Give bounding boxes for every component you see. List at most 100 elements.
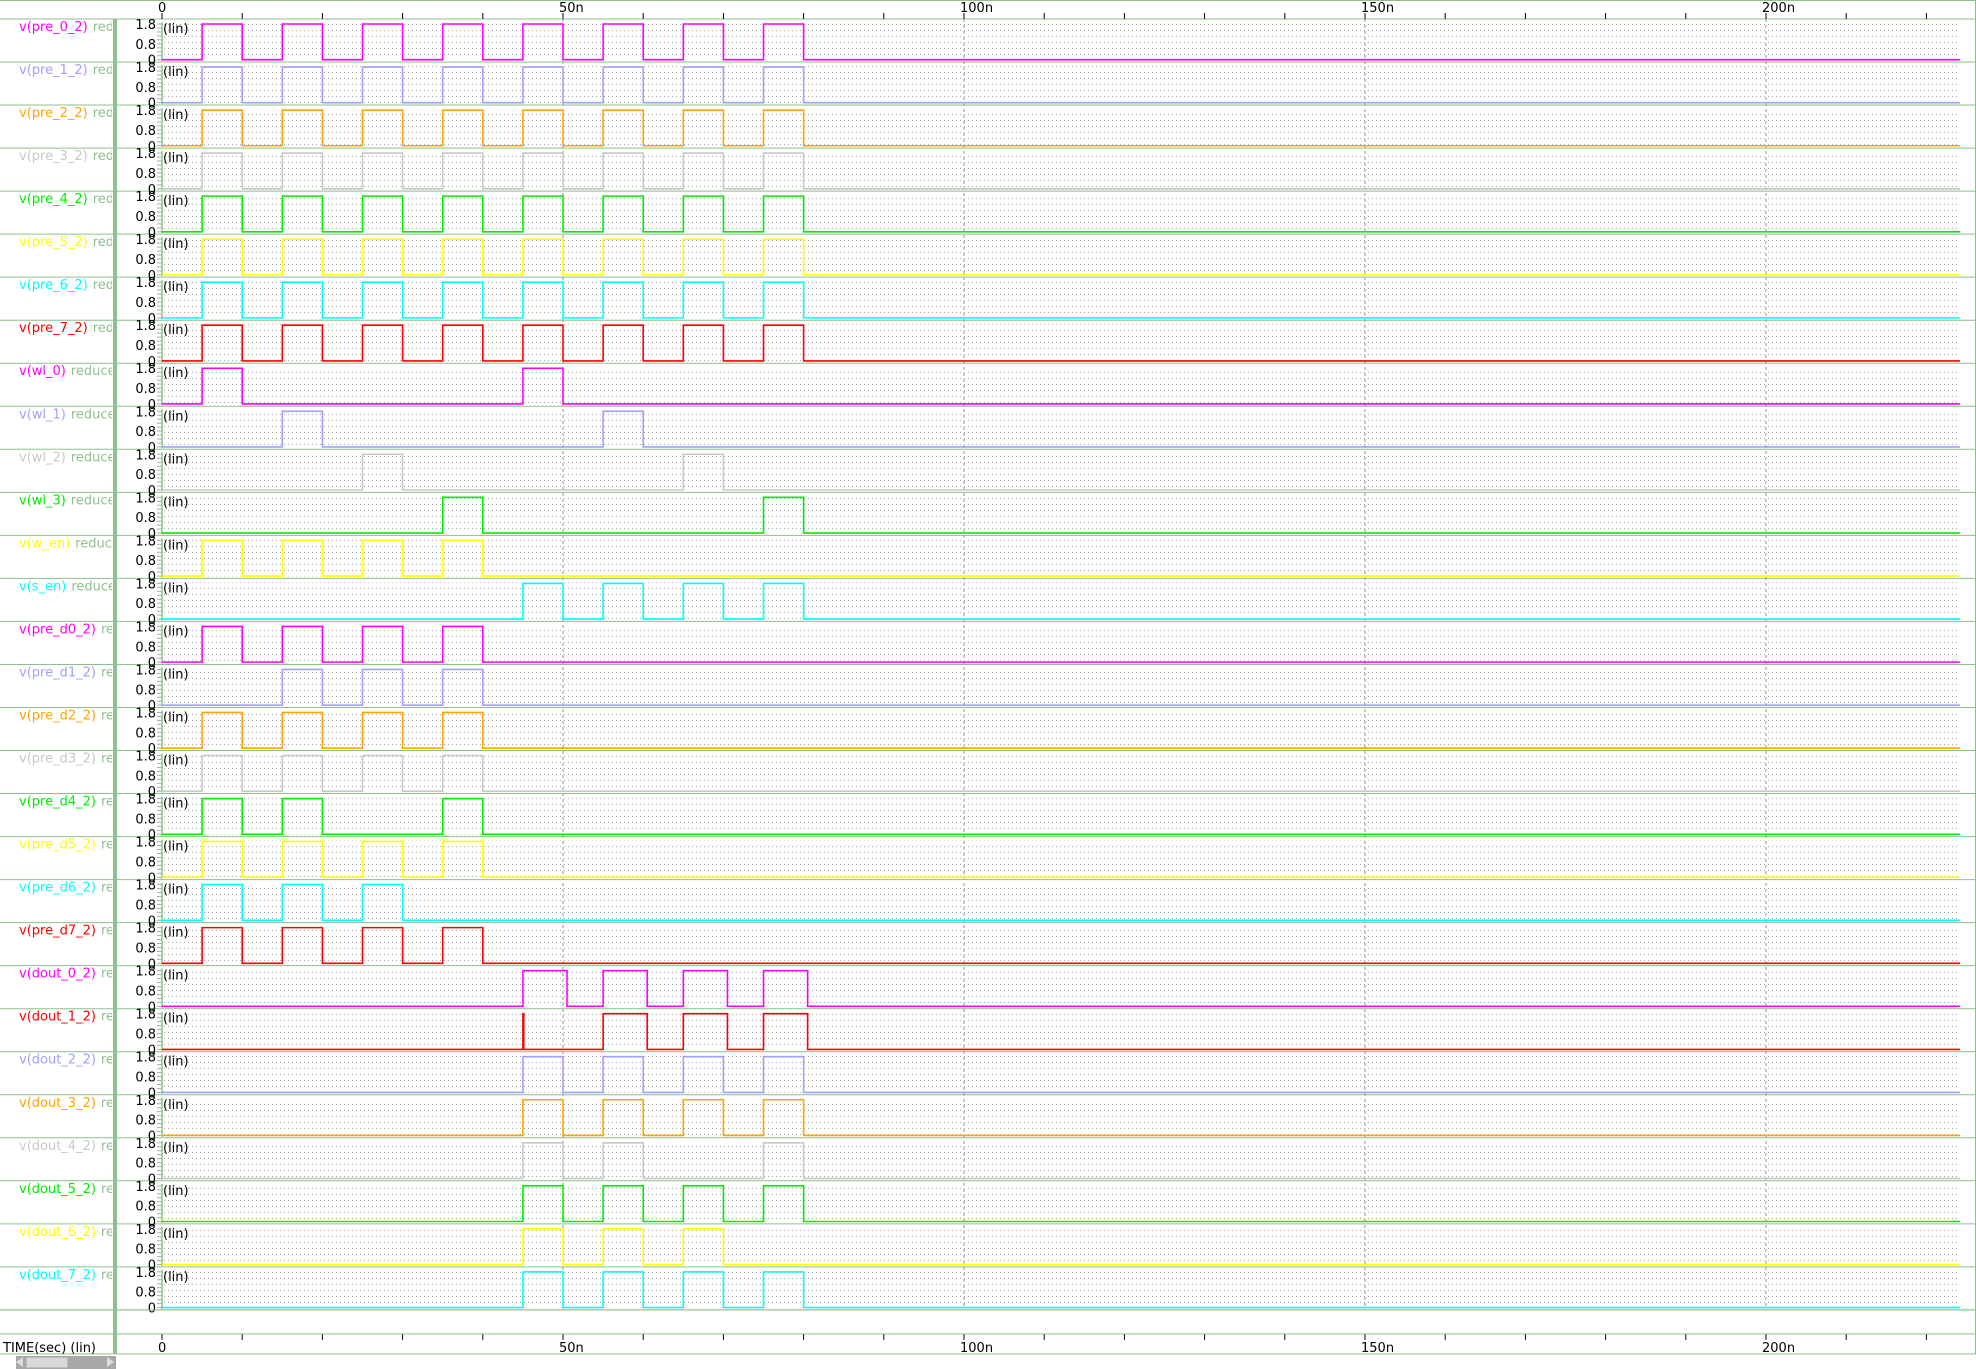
plot-grid xyxy=(162,539,1960,577)
signal-label[interactable]: v(pre_3_2) reduced xyxy=(19,149,146,164)
signal-row[interactable]: v(dout_7_2) reduced1.8 0.80 (lin) xyxy=(0,1266,1976,1317)
signal-row[interactable]: v(pre_d0_2) reduced1.80.80(lin) xyxy=(0,620,1976,671)
signal-label[interactable]: v(wl_3) reduced xyxy=(19,493,124,508)
signal-row[interactable]: v(pre_d7_2) reduced1.80.80(lin) xyxy=(0,922,1976,973)
label-splitter[interactable] xyxy=(113,19,117,1354)
signal-row[interactable]: v(wl_2) reduced 1.80.80(lin) xyxy=(0,448,1976,499)
signal-row[interactable]: v(w_en) reduced 1.80.80(lin) xyxy=(0,534,1976,585)
signal-row[interactable]: v(pre_d5_2) reduced1.80.80(lin) xyxy=(0,836,1976,887)
signal-label[interactable]: v(pre_d1_2) reduced xyxy=(19,665,154,680)
signal-label[interactable]: v(pre_7_2) reduced xyxy=(19,321,146,336)
plot-grid xyxy=(162,453,1960,491)
signal-label[interactable]: v(pre_4_2) reduced xyxy=(19,192,146,207)
signal-label[interactable]: v(wl_0) reduced xyxy=(19,364,124,379)
signal-label[interactable]: v(dout_3_2) reduced xyxy=(19,1096,154,1111)
signal-label[interactable]: v(pre_d3_2) reduced xyxy=(19,752,154,767)
plot-grid xyxy=(162,410,1960,448)
time-axis-label: TIME(sec) (lin) xyxy=(2,1341,96,1356)
scale-label: (lin) xyxy=(163,797,189,812)
signal-label[interactable]: v(s_en) reduced xyxy=(19,579,124,594)
signal-row[interactable]: v(pre_3_2) reduced1.80.80(lin) xyxy=(0,147,1976,198)
y-tick-label: 0 xyxy=(148,1302,156,1317)
signal-label[interactable]: v(pre_6_2) reduced xyxy=(19,278,146,293)
signal-row[interactable]: v(pre_1_2) reduced1.80.80(lin) xyxy=(0,61,1976,112)
signal-label[interactable]: v(pre_2_2) reduced xyxy=(19,106,146,121)
horizontal-scrollbar[interactable] xyxy=(16,1356,116,1369)
scale-label: (lin) xyxy=(163,452,189,467)
scale-label: (lin) xyxy=(163,366,189,381)
y-tick-label: 1.8 xyxy=(135,793,156,808)
scale-label: (lin) xyxy=(163,1098,189,1113)
y-tick-label: 0.8 xyxy=(135,253,156,268)
scroll-right-arrow-icon[interactable] xyxy=(107,1357,114,1367)
signal-label[interactable]: v(pre_d4_2) reduced xyxy=(19,795,154,810)
signal-row[interactable]: v(pre_d1_2) reduced1.80.80(lin) xyxy=(0,663,1976,714)
signal-row[interactable]: v(pre_d2_2) reduced1.80.80(lin) xyxy=(0,706,1976,757)
plot-grid xyxy=(162,324,1960,362)
signal-row[interactable]: v(pre_6_2) reduced1.80.80(lin) xyxy=(0,276,1976,327)
plot-grid xyxy=(162,797,1960,835)
signal-row[interactable]: v(wl_3) reduced 1.80.80(lin) xyxy=(0,491,1976,542)
signal-label[interactable]: v(pre_d7_2) reduced xyxy=(19,924,154,939)
y-tick-label: 1.8 xyxy=(135,706,156,721)
scale-label: (lin) xyxy=(163,883,189,898)
signal-label[interactable]: v(wl_2) reduced xyxy=(19,450,124,465)
y-tick-label: 0.8 xyxy=(135,1028,156,1043)
signal-row[interactable]: v(pre_7_2) reduced1.80.80(lin) xyxy=(0,319,1976,370)
y-tick-label: 0.8 xyxy=(135,554,156,569)
signal-label[interactable]: v(pre_d5_2) reduced xyxy=(19,838,154,853)
scroll-left-arrow-icon[interactable] xyxy=(16,1357,23,1367)
signal-label[interactable]: v(pre_1_2) reduced xyxy=(19,63,146,78)
scale-label: (lin) xyxy=(163,969,189,984)
signal-row[interactable]: v(pre_5_2) reduced1.80.80(lin) xyxy=(0,233,1976,284)
signal-label[interactable]: v(dout_0_2) reduced xyxy=(19,967,154,982)
signal-name: v(pre_d4_2) xyxy=(19,795,96,810)
signal-label[interactable]: v(dout_1_2) reduced xyxy=(19,1010,154,1025)
signal-label[interactable]: v(dout_2_2) reduced xyxy=(19,1053,154,1068)
top-tick-label: 50n xyxy=(559,1,584,16)
signal-row[interactable]: v(dout_2_2) reduced1.80.80(lin) xyxy=(0,1051,1976,1102)
y-tick-label: 1.8 xyxy=(135,104,156,119)
scale-label: (lin) xyxy=(163,495,189,510)
y-tick-label: 1.8 xyxy=(135,276,156,291)
signal-label[interactable]: v(pre_d6_2) reduced xyxy=(19,881,154,896)
signal-label[interactable]: v(wl_1) reduced xyxy=(19,407,124,422)
signal-label[interactable]: v(dout_5_2) reduced xyxy=(19,1182,154,1197)
y-tick-label: 0.8 xyxy=(135,1157,156,1172)
signal-row[interactable]: v(dout_5_2) reduced1.80.80(lin) xyxy=(0,1180,1976,1231)
signal-label[interactable]: v(pre_5_2) reduced xyxy=(19,235,146,250)
signal-row[interactable]: v(pre_2_2) reduced1.80.80(lin) xyxy=(0,104,1976,155)
y-tick-label: 1.8 xyxy=(135,18,156,33)
signal-label[interactable]: v(pre_d0_2) reduced xyxy=(19,622,154,637)
signal-label[interactable]: v(dout_6_2) reduced xyxy=(19,1225,154,1240)
y-tick-label: 1.8 xyxy=(135,1266,156,1281)
signal-label[interactable]: v(dout_4_2) reduced xyxy=(19,1139,154,1154)
signal-row[interactable]: v(pre_0_2) reduced1.80.80(lin) xyxy=(0,18,1976,69)
signal-row[interactable]: v(s_en) reduced 1.80.80(lin) xyxy=(0,577,1976,628)
signal-row[interactable]: v(dout_3_2) reduced1.80.80(lin) xyxy=(0,1094,1976,1145)
signal-row[interactable]: v(wl_0) reduced 1.80.80(lin) xyxy=(0,362,1976,413)
signal-row[interactable]: v(pre_d4_2) reduced1.80.80(lin) xyxy=(0,793,1976,844)
y-tick-label: 0.8 xyxy=(135,81,156,96)
signal-name: v(pre_0_2) xyxy=(19,20,88,35)
signal-row[interactable]: v(dout_1_2) reduced1.80.80(lin) xyxy=(0,1008,1976,1059)
signal-row[interactable]: v(dout_0_2) reduced1.80.80(lin) xyxy=(0,965,1976,1016)
signal-row[interactable]: v(dout_6_2) reduced1.80.80(lin) xyxy=(0,1223,1976,1274)
signal-label[interactable]: v(pre_d2_2) reduced xyxy=(19,708,154,723)
signal-row[interactable]: v(wl_1) reduced 1.80.80(lin) xyxy=(0,405,1976,456)
signal-label[interactable]: v(pre_0_2) reduced xyxy=(19,20,146,35)
signal-name: v(pre_d2_2) xyxy=(19,708,96,723)
y-tick-label: 0.8 xyxy=(135,640,156,655)
y-tick-label: 0.8 xyxy=(135,1286,156,1301)
scrollbar-thumb[interactable] xyxy=(26,1357,68,1368)
signal-label[interactable]: v(dout_7_2) reduced xyxy=(19,1268,154,1283)
signal-name: v(pre_d5_2) xyxy=(19,838,96,853)
signal-row[interactable]: v(dout_4_2) reduced1.80.80(lin) xyxy=(0,1137,1976,1188)
y-tick-label: 1.8 xyxy=(135,319,156,334)
signal-label[interactable]: v(w_en) reduced xyxy=(19,536,128,551)
scale-label: (lin) xyxy=(163,840,189,855)
signal-row[interactable]: v(pre_d6_2) reduced1.80.80(lin) xyxy=(0,879,1976,930)
signal-row[interactable]: v(pre_4_2) reduced1.80.80(lin) xyxy=(0,190,1976,241)
signal-name: v(pre_5_2) xyxy=(19,235,88,250)
signal-row[interactable]: v(pre_d3_2) reduced1.80.80(lin) xyxy=(0,750,1976,801)
